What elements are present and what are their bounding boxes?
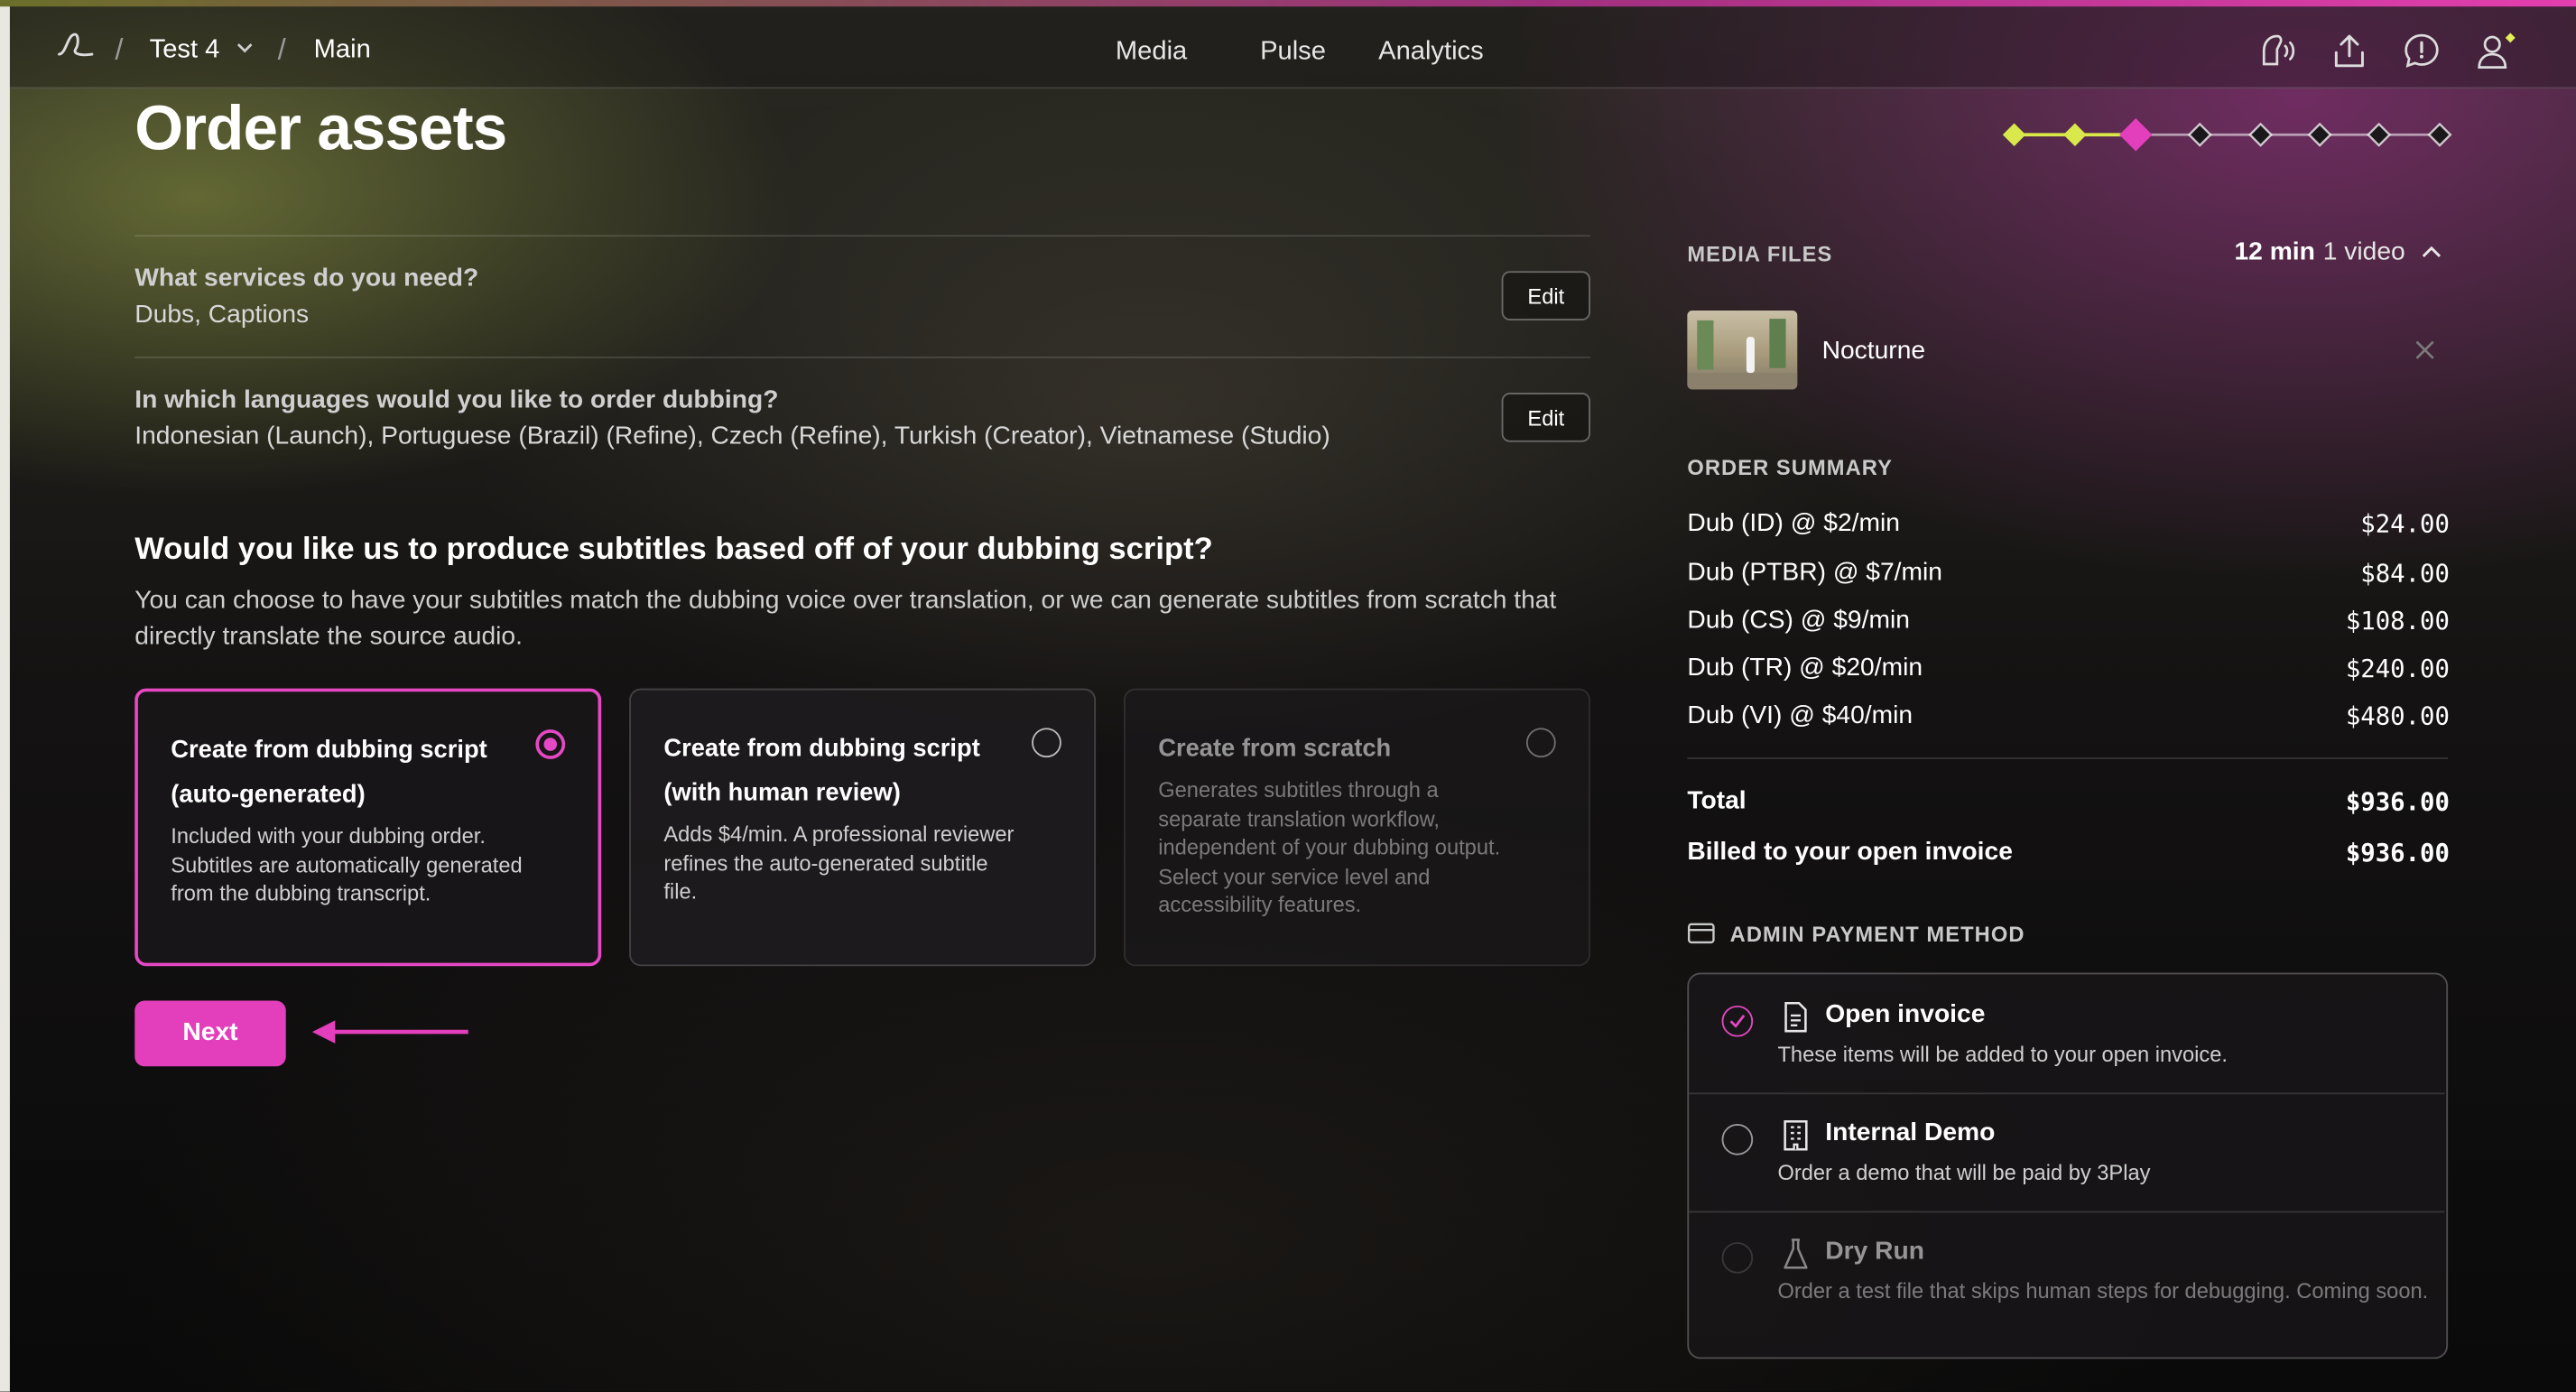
option-title: Create from dubbing script (with human r… — [663, 734, 980, 807]
total-value: $936.00 — [2345, 786, 2450, 817]
payment-option-title: Dry Run — [1825, 1237, 1924, 1266]
payment-radio-disabled — [1721, 1242, 1754, 1274]
summary-line: Dub (PTBR) @ $7/min $84.00 — [1687, 559, 2450, 589]
payment-option-title: Open invoice — [1825, 1000, 1986, 1029]
media-file-name: Nocturne — [1821, 337, 1926, 366]
divider — [134, 235, 1590, 237]
total-label: Total — [1687, 786, 1747, 815]
window-edge — [0, 0, 10, 1392]
media-count: 1 video — [2322, 237, 2405, 266]
nav-link-analytics[interactable]: Analytics — [1378, 38, 1484, 68]
progress-step-complete — [2002, 123, 2026, 146]
next-button[interactable]: Next — [134, 1000, 286, 1067]
payment-method-heading: ADMIN PAYMENT METHOD — [1729, 922, 2025, 947]
divider — [1687, 757, 2449, 759]
summary-line-label: Dub (CS) @ $9/min — [1687, 606, 1910, 635]
media-files-heading: MEDIA FILES — [1687, 241, 1833, 266]
option-title: Create from dubbing script (auto-generat… — [171, 736, 487, 809]
summary-line-label: Dub (VI) @ $40/min — [1687, 701, 1913, 730]
subtitles-description: You can choose to have your subtitles ma… — [134, 586, 1557, 651]
chevron-up-icon[interactable] — [2420, 242, 2442, 262]
breadcrumb-project[interactable]: Test 4 — [150, 36, 220, 66]
progress-step-pending — [2367, 122, 2392, 147]
upload-icon[interactable] — [2330, 32, 2369, 71]
option-card-from-scratch: Create from scratch Generates subtitles … — [1124, 688, 1590, 967]
option-radio-selected[interactable] — [535, 729, 566, 759]
payment-option-title: Internal Demo — [1825, 1118, 1996, 1147]
languages-question: In which languages would you like to ord… — [134, 385, 779, 414]
close-icon[interactable] — [2414, 339, 2436, 361]
billed-label: Billed to your open invoice — [1687, 838, 2013, 867]
page-title: Order assets — [134, 95, 507, 165]
summary-line-price: $108.00 — [2345, 606, 2450, 636]
payment-option-description: These items will be added to your open i… — [1777, 1042, 2228, 1067]
progress-step-current — [2119, 118, 2153, 152]
order-summary-heading: ORDER SUMMARY — [1687, 455, 1893, 480]
nav-link-media[interactable]: Media — [1116, 38, 1187, 68]
languages-answer: Indonesian (Launch), Portuguese (Brazil)… — [134, 422, 1330, 450]
video-thumbnail — [1687, 311, 1798, 390]
arrow-left-icon — [311, 1020, 468, 1044]
payment-option-dry-run: Dry Run Order a test file that skips hum… — [1689, 1211, 2444, 1329]
option-radio-disabled — [1525, 728, 1556, 758]
option-description: Generates subtitles through a separate t… — [1158, 776, 1501, 917]
summary-line-label: Dub (TR) @ $20/min — [1687, 654, 1923, 682]
payment-radio-selected[interactable] — [1721, 1005, 1754, 1037]
option-description: Adds $4/min. A professional reviewer ref… — [663, 821, 1015, 905]
voice-icon[interactable] — [2257, 32, 2297, 71]
summary-line-price: $84.00 — [2360, 558, 2450, 589]
summary-line: Dub (TR) @ $20/min $240.00 — [1687, 654, 2450, 683]
progress-step-complete — [2063, 123, 2087, 146]
divider — [134, 356, 1590, 358]
progress-step-pending — [2307, 122, 2332, 147]
progress-step-pending — [2248, 122, 2274, 147]
building-icon — [1784, 1120, 1808, 1151]
payment-option-internal-demo[interactable]: Internal Demo Order a demo that will be … — [1689, 1092, 2444, 1211]
progress-step-pending — [2427, 122, 2452, 147]
chevron-down-icon[interactable] — [235, 40, 255, 56]
breadcrumb-current[interactable]: Main — [314, 36, 371, 66]
summary-line-price: $480.00 — [2345, 701, 2450, 731]
payment-method-list: Open invoice These items will be added t… — [1687, 972, 2449, 1360]
subtitles-heading: Would you like us to produce subtitles b… — [134, 532, 1213, 567]
credit-card-icon — [1687, 923, 1715, 944]
payment-radio[interactable] — [1721, 1124, 1754, 1155]
services-answer: Dubs, Captions — [134, 301, 310, 329]
media-duration: 12 min — [2234, 237, 2315, 266]
edit-services-button[interactable]: Edit — [1501, 271, 1590, 320]
logo-icon[interactable] — [56, 30, 96, 62]
summary-line-label: Dub (ID) @ $2/min — [1687, 509, 1900, 538]
summary-line-price: $240.00 — [2345, 654, 2450, 684]
summary-line: Dub (ID) @ $2/min $24.00 — [1687, 509, 2450, 539]
payment-option-description: Order a test file that skips human steps… — [1777, 1278, 2429, 1304]
summary-total: Total $936.00 — [1687, 787, 2450, 817]
option-description: Included with your dubbing order. Subtit… — [171, 822, 523, 905]
top-accent-bar — [0, 0, 2576, 7]
breadcrumb-separator: / — [115, 32, 124, 66]
summary-line: Dub (VI) @ $40/min $480.00 — [1687, 701, 2450, 731]
summary-line-price: $24.00 — [2360, 509, 2450, 540]
services-question: What services do you need? — [134, 264, 479, 292]
nav-link-pulse[interactable]: Pulse — [1260, 38, 1326, 68]
summary-line: Dub (CS) @ $9/min $108.00 — [1687, 607, 2450, 636]
breadcrumb-separator: / — [277, 32, 286, 66]
top-navigation: / Test 4 / Main Media Pulse Analytics — [9, 6, 2576, 89]
flask-icon — [1784, 1239, 1808, 1269]
check-icon — [1729, 1015, 1746, 1028]
summary-line-label: Dub (PTBR) @ $7/min — [1687, 558, 1942, 587]
option-title: Create from scratch — [1158, 734, 1392, 763]
option-card-auto-generated[interactable]: Create from dubbing script (auto-generat… — [134, 688, 602, 967]
account-icon[interactable] — [2474, 32, 2520, 71]
billed-value: $936.00 — [2345, 838, 2450, 868]
option-card-human-review[interactable]: Create from dubbing script (with human r… — [629, 688, 1097, 967]
option-radio[interactable] — [1032, 728, 1061, 758]
document-icon — [1784, 1001, 1807, 1033]
feedback-icon[interactable] — [2402, 32, 2442, 71]
summary-billed: Billed to your open invoice $936.00 — [1687, 838, 2450, 868]
progress-stepper — [2002, 118, 2452, 152]
edit-languages-button[interactable]: Edit — [1501, 393, 1590, 442]
payment-option-description: Order a demo that will be paid by 3Play — [1777, 1160, 2151, 1185]
progress-step-pending — [2187, 122, 2212, 147]
payment-option-open-invoice[interactable]: Open invoice These items will be added t… — [1689, 974, 2444, 1092]
